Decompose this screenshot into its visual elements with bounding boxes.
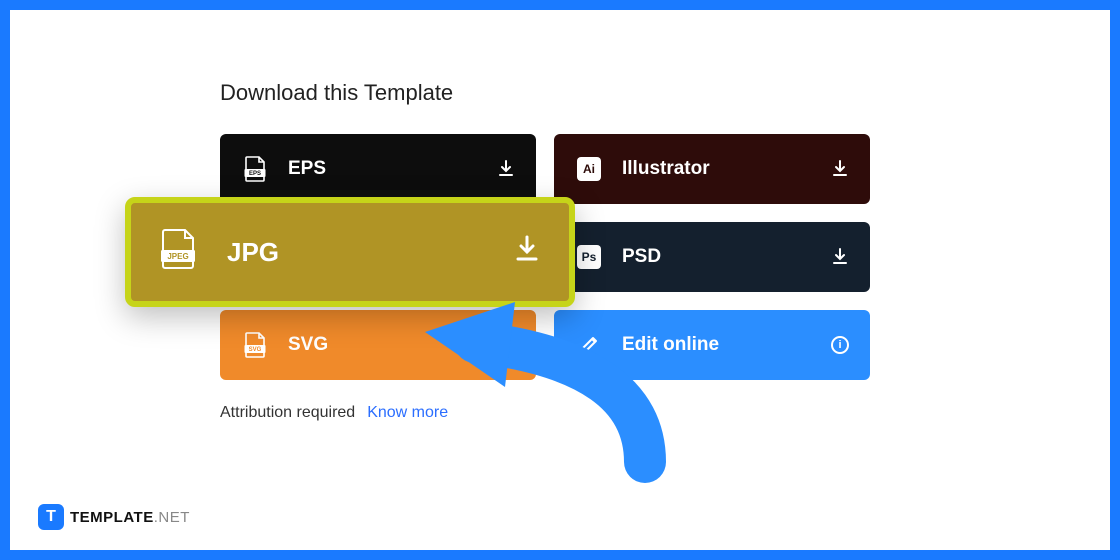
jpeg-file-icon: JPEG	[159, 228, 203, 277]
psd-label: PSD	[622, 246, 830, 268]
jpg-button[interactable]: JPEG JPG	[125, 197, 575, 307]
download-icon	[830, 160, 850, 178]
download-icon	[515, 235, 541, 270]
svg-text:JPEG: JPEG	[167, 252, 188, 261]
attribution-row: Attribution required Know more	[220, 404, 870, 422]
eps-label: EPS	[288, 158, 496, 180]
attribution-text: Attribution required	[220, 404, 355, 422]
ai-badge-icon: Ai	[574, 157, 604, 181]
logo-mark-icon: T	[38, 504, 64, 530]
illustrator-button[interactable]: Ai Illustrator	[554, 134, 870, 204]
tutorial-frame: Download this Template EPS EPS Ai Illust…	[0, 0, 1120, 560]
know-more-link[interactable]: Know more	[367, 404, 448, 422]
download-icon	[496, 160, 516, 178]
download-icon	[496, 336, 516, 354]
ps-badge-icon: Ps	[574, 245, 604, 269]
svg-label: SVG	[288, 334, 496, 356]
svg-file-icon: SVG	[240, 332, 270, 358]
panel-heading: Download this Template	[220, 80, 870, 106]
edit-online-label: Edit online	[622, 334, 830, 356]
jpg-label: JPG	[227, 237, 515, 268]
illustrator-label: Illustrator	[622, 158, 830, 180]
eps-file-icon: EPS	[240, 156, 270, 182]
svg-button[interactable]: SVG SVG	[220, 310, 536, 380]
logo-text: TEMPLATE.NET	[70, 509, 190, 526]
psd-button[interactable]: Ps PSD	[554, 222, 870, 292]
brand-logo: T TEMPLATE.NET	[38, 504, 190, 530]
download-icon	[830, 248, 850, 266]
svg-text:SVG: SVG	[249, 347, 262, 353]
edit-online-button[interactable]: Edit online i	[554, 310, 870, 380]
svg-text:EPS: EPS	[249, 171, 261, 177]
eps-button[interactable]: EPS EPS	[220, 134, 536, 204]
pencil-icon	[574, 334, 604, 356]
info-icon: i	[830, 336, 850, 354]
